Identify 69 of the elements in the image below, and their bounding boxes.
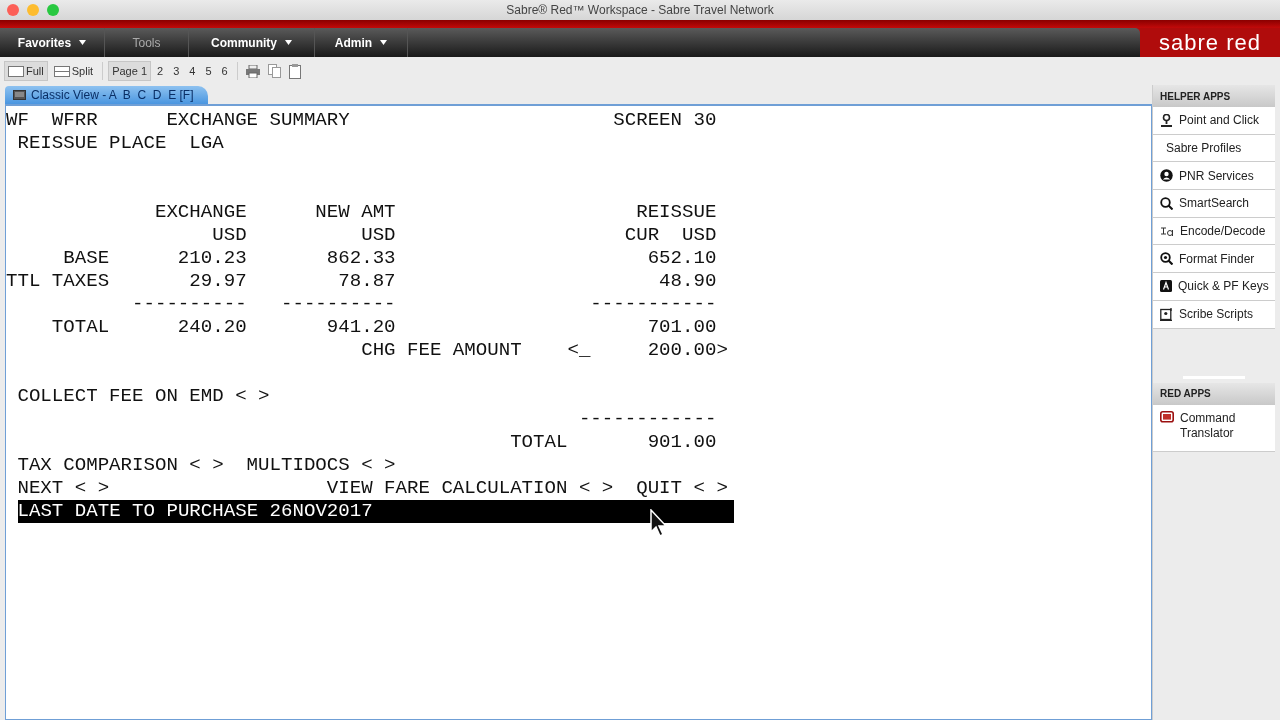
section-header: RED APPS <box>1153 382 1275 405</box>
helper-app-item[interactable]: Point and Click <box>1153 107 1275 135</box>
layout-button[interactable]: Split <box>49 61 98 81</box>
app-label: Scribe Scripts <box>1179 307 1254 322</box>
terminal-line: BASE 210.23 862.33 652.10 <box>62 247 717 269</box>
logo: sabre red <box>1158 28 1262 57</box>
zoom-icon <box>1160 252 1173 266</box>
app-label: SmartSearch <box>1179 196 1250 211</box>
page-tab[interactable]: 3 <box>169 61 184 81</box>
page-tab[interactable]: 2 <box>153 61 168 81</box>
terminal-line: TOTAL 240.20 941.20 701.00 <box>50 316 717 338</box>
helper-app-item[interactable]: Quick & PF Keys <box>1153 273 1275 301</box>
search-icon <box>1160 196 1173 210</box>
user-icon <box>1160 169 1173 183</box>
caret-icon <box>285 40 292 45</box>
terminal-line: EXCHANGE NEW AMT REISSUE <box>153 201 717 223</box>
menu-label: Tools <box>132 35 161 50</box>
monitor-icon <box>13 90 26 100</box>
terminal-line: COLLECT FEE ON EMD < > <box>16 385 270 407</box>
script-icon <box>1160 307 1173 321</box>
terminal-line: NEXT < > VIEW FARE CALCULATION < > QUIT < > <box>16 477 728 499</box>
maximize-button[interactable] <box>47 4 59 16</box>
terminal-line: ------------ <box>577 408 717 430</box>
page-tab[interactable]: 6 <box>217 61 232 81</box>
person-pin-icon <box>1160 113 1173 127</box>
close-button[interactable] <box>7 4 19 16</box>
encode-icon <box>1160 225 1174 238</box>
menu-label: Admin <box>334 35 373 50</box>
app-label: Encode/Decode <box>1180 224 1266 239</box>
view-tab[interactable]: Classic View - A B C D E [F] <box>5 86 208 104</box>
helper-app-item[interactable]: Encode/Decode <box>1153 217 1275 246</box>
terminal-line: TOTAL 901.00 <box>509 431 717 453</box>
helper-app-item[interactable]: SmartSearch <box>1153 190 1275 218</box>
window-icon <box>8 65 24 77</box>
window-title: Sabre® Red™ Workspace - Sabre Travel Network <box>506 3 774 17</box>
app-label: Point and Click <box>1179 113 1260 128</box>
helper-app-item[interactable]: Format Finder <box>1153 245 1275 274</box>
helper-app-item[interactable]: Scribe Scripts <box>1153 300 1275 329</box>
terminal-line: USD USD CUR USD <box>211 224 717 246</box>
app-label: PNR Services <box>1179 168 1254 183</box>
split-icon <box>53 65 70 77</box>
terminal-line: CHG FEE AMOUNT <_ 200.00> <box>360 339 728 361</box>
terminal-line: TAX COMPARISON < > MULTIDOCS < > <box>16 454 396 476</box>
terminal-line: TTL TAXES 29.97 78.87 48.90 <box>6 270 717 292</box>
app-label: Quick & PF Keys <box>1178 279 1269 294</box>
caret-icon <box>79 40 87 45</box>
paste-icon[interactable] <box>288 63 301 79</box>
app-label: Sabre Profiles <box>1166 141 1242 156</box>
chat-icon <box>1160 410 1174 424</box>
layout-button[interactable]: Full <box>4 61 48 81</box>
caret-icon <box>380 40 388 45</box>
app-item[interactable]: Command Translator <box>1153 404 1275 452</box>
helper-app-item[interactable]: PNR Services <box>1153 162 1275 191</box>
terminal-line: REISSUE PLACE LGA <box>16 132 224 154</box>
menu-label: Favorites <box>17 35 72 50</box>
helper-app-item[interactable]: Sabre Profiles <box>1153 134 1275 163</box>
page-tab[interactable]: 5 <box>201 61 216 81</box>
terminal-line: WF WFRR EXCHANGE SUMMARY SCREEN 30 <box>6 109 717 131</box>
key-icon <box>1160 280 1172 293</box>
mouse-pointer-icon <box>650 509 668 537</box>
menu-label: Community <box>211 35 277 50</box>
page-tab[interactable]: 4 <box>185 61 200 81</box>
page-tab[interactable]: Page 1 <box>108 61 151 81</box>
terminal-line: ---------- ---------- ----------- <box>131 293 717 315</box>
app-label: Format Finder <box>1179 251 1255 266</box>
copy-icon[interactable] <box>267 64 281 78</box>
section-header: HELPER APPS <box>1153 85 1275 107</box>
app-label: Command Translator <box>1180 410 1237 441</box>
print-icon[interactable] <box>245 64 260 78</box>
